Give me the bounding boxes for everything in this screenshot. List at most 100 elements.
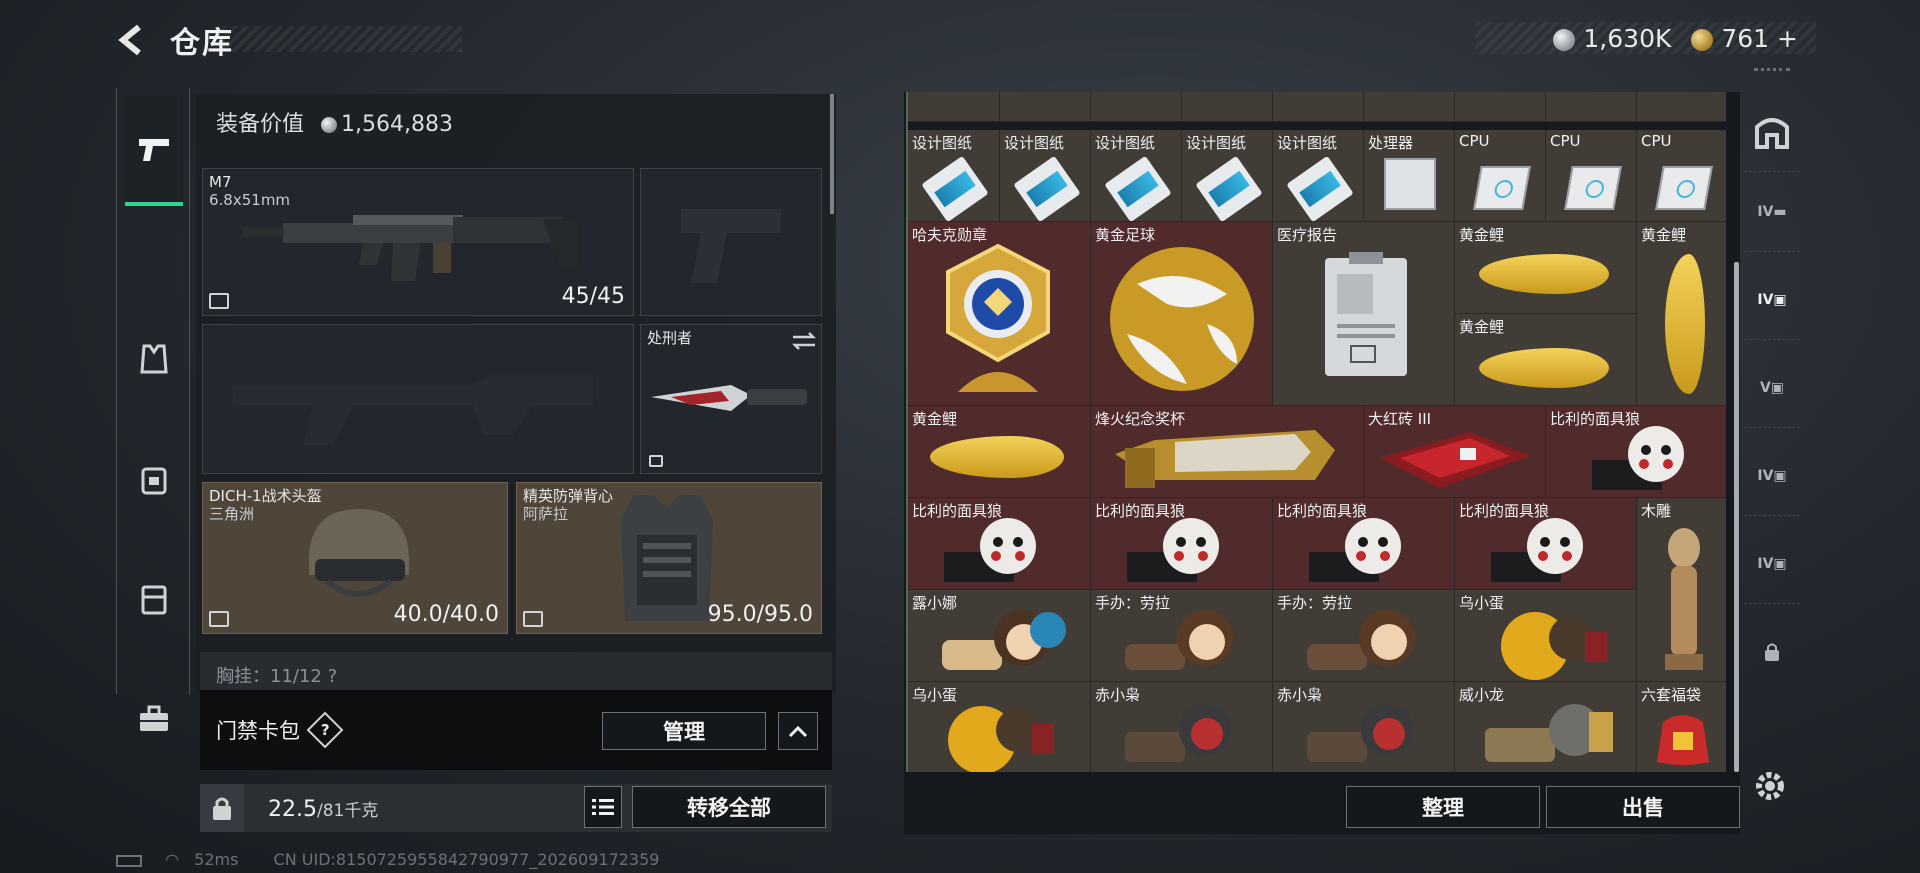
tab-chest-rig[interactable]	[125, 544, 183, 654]
warehouse-grid: 设计图纸 设计图纸 设计图纸 设计图纸 设计图纸 处理器 CPU CPU CPU…	[906, 92, 1726, 772]
item-beacon-trophy[interactable]: 烽火纪念奖杯	[1091, 406, 1364, 498]
item-golden-ball[interactable]: 黄金足球	[1091, 222, 1273, 406]
grid-cell-partial[interactable]	[1455, 92, 1546, 122]
item-figure-laura[interactable]: 手办：劳拉	[1091, 590, 1273, 682]
koi-image	[1665, 254, 1705, 394]
tab-pouch[interactable]	[125, 664, 183, 774]
laura-figure-image	[1125, 610, 1233, 670]
item-big-red-brick[interactable]: 大红砖 III	[1364, 406, 1546, 498]
grid-cell-partial[interactable]	[1091, 92, 1182, 122]
item-golden-koi[interactable]: 黄金鲤	[1455, 314, 1637, 406]
item-lu-xiaona[interactable]: 露小娜	[908, 590, 1091, 682]
item-blueprint[interactable]: 设计图纸	[1182, 130, 1273, 222]
settings-button[interactable]	[1752, 768, 1792, 808]
tab-warehouse-all[interactable]	[1744, 92, 1800, 172]
tab-locked[interactable]	[1744, 612, 1800, 692]
item-chi-xiaoxiao[interactable]: 赤小枭	[1091, 682, 1273, 772]
collapse-button[interactable]	[778, 712, 818, 750]
weight-lock-button[interactable]	[200, 784, 244, 832]
swap-icon[interactable]	[791, 331, 817, 351]
item-haavk-medal[interactable]: 哈夫克勋章	[908, 222, 1091, 406]
manage-button[interactable]: 管理	[602, 712, 766, 750]
item-lucky-bag[interactable]: 六套福袋	[1637, 682, 1726, 772]
tab-backpack[interactable]	[125, 424, 183, 534]
tabs-decoration	[1754, 68, 1790, 82]
rifle-image	[243, 215, 579, 281]
grid-cell-partial[interactable]	[1182, 92, 1273, 122]
item-processor[interactable]: 处理器	[1364, 130, 1455, 222]
item-blueprint[interactable]: 设计图纸	[1273, 130, 1364, 222]
item-cpu[interactable]: CPU	[1455, 130, 1546, 222]
item-blueprint[interactable]: 设计图纸	[908, 130, 1000, 222]
tab-storage-iv-active[interactable]: IV▣	[1744, 260, 1800, 340]
sort-button[interactable]: 整理	[1346, 786, 1540, 828]
melee-slot[interactable]: 处刑者	[640, 324, 822, 474]
blueprint-image	[1104, 155, 1172, 221]
tab-storage-iv-2[interactable]: IV▣	[1744, 436, 1800, 516]
billy-puppet-image	[944, 518, 1036, 582]
item-medical-report[interactable]: 医疗报告	[1273, 222, 1455, 406]
item-billy-puppet[interactable]: 比利的面具狼	[908, 498, 1091, 590]
item-figure-laura[interactable]: 手办：劳拉	[1273, 590, 1455, 682]
storage-iv-icon: IV▣	[1757, 291, 1787, 308]
pistol-slot[interactable]	[640, 168, 822, 316]
item-wu-xiaodan[interactable]: 乌小蛋	[908, 682, 1091, 772]
blueprint-image	[921, 155, 989, 221]
primary-weapon-slot[interactable]: M7 6.8x51mm 45/45	[202, 168, 634, 316]
lucky-bag-image	[1657, 715, 1709, 765]
blueprint-image	[1195, 155, 1263, 221]
grid-cell-partial[interactable]	[1000, 92, 1091, 122]
help-icon[interactable]: ?	[306, 711, 344, 749]
grid-cell-partial[interactable]	[1273, 92, 1364, 122]
gold-currency[interactable]: 761 +	[1691, 24, 1798, 53]
item-blueprint[interactable]: 设计图纸	[1091, 130, 1182, 222]
list-view-button[interactable]	[584, 786, 622, 828]
wu-xiaodan-figure-image	[948, 706, 1054, 772]
knife-image	[651, 385, 807, 411]
tab-weapons[interactable]	[125, 96, 183, 206]
item-golden-koi[interactable]: 黄金鲤	[1455, 222, 1637, 314]
item-wu-xiaodan[interactable]: 乌小蛋	[1455, 590, 1637, 682]
lock-icon	[213, 797, 231, 820]
page-title: 仓库	[170, 26, 234, 61]
billy-puppet-image	[1127, 518, 1219, 582]
chevron-up-icon	[788, 725, 808, 738]
tab-armor[interactable]	[125, 304, 183, 414]
item-billy-puppet[interactable]: 比利的面具狼	[1546, 406, 1726, 498]
vest-icon	[140, 344, 168, 374]
transfer-all-button[interactable]: 转移全部	[632, 786, 826, 828]
golden-ball-image	[1110, 247, 1254, 391]
helmet-slot[interactable]: DICH-1战术头盔 三角洲 40.0/40.0	[202, 482, 508, 634]
lock-icon	[649, 455, 663, 467]
armor-slot[interactable]: 精英防弹背心 阿萨拉 95.0/95.0	[516, 482, 822, 634]
grid-cell-partial[interactable]	[1364, 92, 1455, 122]
item-golden-koi[interactable]: 黄金鲤	[908, 406, 1091, 498]
tab-storage-iv-3[interactable]: IV▣	[1744, 524, 1800, 604]
grid-cell-partial[interactable]	[1546, 92, 1637, 122]
item-billy-puppet[interactable]: 比利的面具狼	[1273, 498, 1455, 590]
item-wood-carving[interactable]: 木雕	[1637, 498, 1726, 682]
warehouse-scrollbar[interactable]	[1734, 262, 1739, 772]
chest-rig-row[interactable]: 胸挂：11/12 ?	[200, 652, 832, 690]
item-cpu[interactable]: CPU	[1637, 130, 1726, 222]
storage-iv-icon: IV▣	[1757, 555, 1787, 572]
item-chi-xiaoxiao[interactable]: 赤小枭	[1273, 682, 1455, 772]
sell-button[interactable]: 出售	[1546, 786, 1740, 828]
pistol-icon	[139, 139, 169, 161]
grid-cell-partial[interactable]	[908, 92, 1000, 122]
item-blueprint[interactable]: 设计图纸	[1000, 130, 1091, 222]
grid-cell-partial[interactable]	[1637, 92, 1726, 122]
back-arrow-icon	[118, 24, 141, 56]
item-golden-koi[interactable]: 黄金鲤	[1637, 222, 1726, 406]
tab-storage-iv-1[interactable]: IV▬	[1744, 172, 1800, 252]
storage-iv-icon: IV▬	[1757, 203, 1787, 220]
back-button[interactable]	[112, 20, 152, 60]
item-wei-xiaolong[interactable]: 威小龙	[1455, 682, 1637, 772]
item-billy-puppet[interactable]: 比利的面具狼	[1455, 498, 1637, 590]
tab-storage-v[interactable]: V▣	[1744, 348, 1800, 428]
secondary-weapon-slot[interactable]	[202, 324, 634, 474]
loadout-scrollbar[interactable]	[830, 94, 834, 214]
brick-image	[1380, 432, 1530, 488]
item-billy-puppet[interactable]: 比利的面具狼	[1091, 498, 1273, 590]
item-cpu[interactable]: CPU	[1546, 130, 1637, 222]
